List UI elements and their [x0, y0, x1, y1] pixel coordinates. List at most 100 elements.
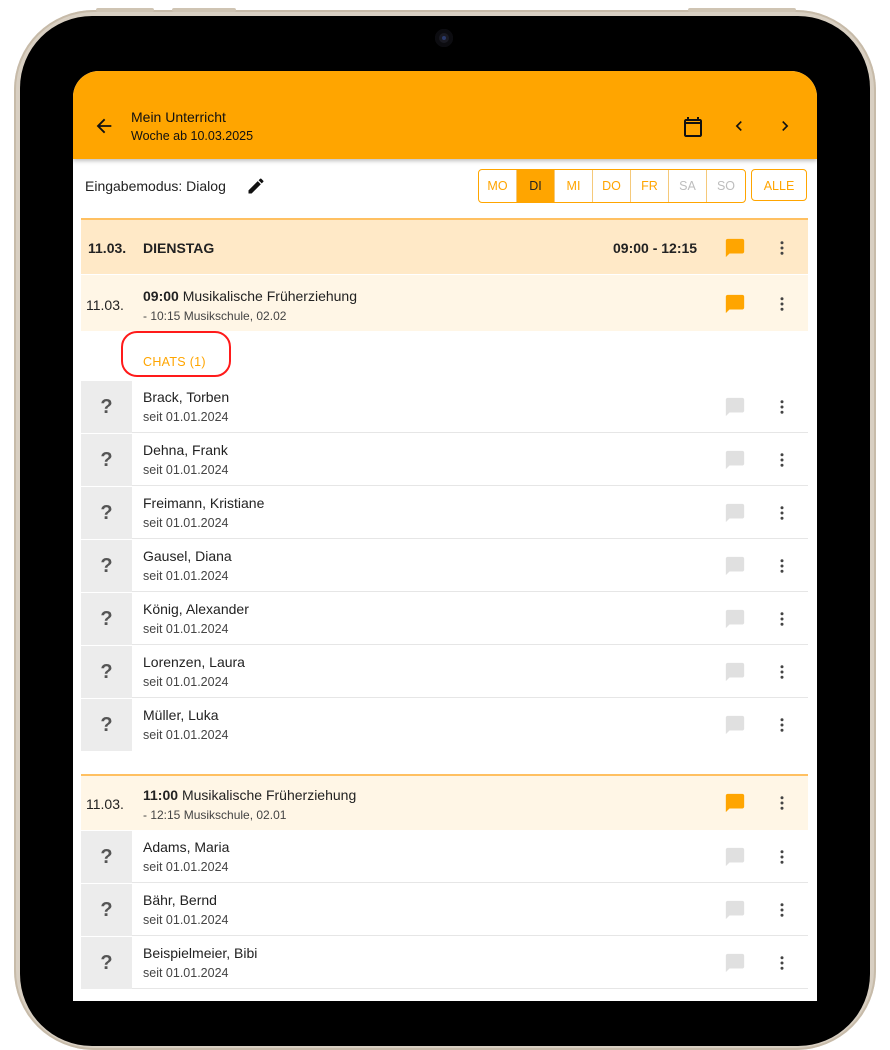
avatar: ?	[81, 937, 132, 989]
page-title: Mein Unterricht	[131, 109, 226, 125]
more-vert-icon[interactable]	[773, 901, 791, 919]
avatar: ?	[81, 884, 132, 936]
pencil-icon[interactable]	[246, 176, 266, 196]
chat-bubble-icon[interactable]	[724, 396, 746, 418]
student-row[interactable]: ? Bähr, Bernd seit 01.01.2024	[81, 884, 808, 936]
more-vert-icon[interactable]	[773, 610, 791, 628]
arrow-left-icon[interactable]	[93, 115, 115, 137]
calendar-icon[interactable]	[681, 115, 705, 139]
student-row[interactable]: ? Dehna, Frank seit 01.01.2024	[81, 434, 808, 486]
camera-icon	[435, 29, 453, 47]
student-name: Müller, Luka	[143, 707, 219, 723]
lesson-details: - 10:15 Musikschule, 02.02	[143, 309, 287, 323]
input-mode-label: Eingabemodus: Dialog	[85, 178, 226, 194]
day-filter-sa[interactable]: SA	[669, 170, 707, 202]
chat-bubble-icon[interactable]	[724, 792, 746, 814]
chat-bubble-icon[interactable]	[724, 293, 746, 315]
chat-bubble-icon[interactable]	[724, 608, 746, 630]
student-since: seit 01.01.2024	[143, 860, 229, 874]
student-row[interactable]: ? Müller, Luka seit 01.01.2024	[81, 699, 808, 751]
student-row[interactable]: ? König, Alexander seit 01.01.2024	[81, 593, 808, 645]
student-name: Bähr, Bernd	[143, 892, 217, 908]
chat-bubble-icon[interactable]	[724, 237, 746, 259]
mode-bar: Eingabemodus: Dialog MO DI MI DO FR SA S…	[73, 159, 817, 217]
more-vert-icon[interactable]	[773, 848, 791, 866]
more-vert-icon[interactable]	[773, 451, 791, 469]
day-header-time-range: 09:00 - 12:15	[613, 240, 698, 256]
more-vert-icon[interactable]	[773, 295, 791, 313]
student-name: Dehna, Frank	[143, 442, 228, 458]
day-header-weekday: DIENSTAG	[143, 240, 215, 256]
student-since: seit 01.01.2024	[143, 463, 229, 477]
lesson-heading: 09:00 Musikalische Früherziehung	[143, 288, 357, 304]
lesson-start-time: 11:00	[143, 787, 179, 803]
lesson-title: Musikalische Früherziehung	[182, 288, 358, 304]
student-row[interactable]: ? Brack, Torben seit 01.01.2024	[81, 381, 808, 433]
avatar: ?	[81, 699, 132, 751]
student-since: seit 01.01.2024	[143, 913, 229, 927]
day-filter-mo[interactable]: MO	[479, 170, 517, 202]
avatar: ?	[81, 646, 132, 698]
avatar: ?	[81, 487, 132, 539]
chevron-right-icon[interactable]	[775, 116, 795, 136]
student-name: Freimann, Kristiane	[143, 495, 265, 511]
lesson-row[interactable]: 11.03. 09:00 Musikalische Früherziehung …	[81, 275, 808, 331]
student-row[interactable]: ? Adams, Maria seit 01.01.2024	[81, 831, 808, 883]
page-subtitle: Woche ab 10.03.2025	[131, 129, 254, 143]
avatar: ?	[81, 831, 132, 883]
all-days-button[interactable]: ALLE	[751, 169, 807, 201]
student-row[interactable]: ? Lorenzen, Laura seit 01.01.2024	[81, 646, 808, 698]
student-name: Brack, Torben	[143, 389, 230, 405]
chat-bubble-icon[interactable]	[724, 952, 746, 974]
more-vert-icon[interactable]	[773, 557, 791, 575]
chat-bubble-icon[interactable]	[724, 714, 746, 736]
student-row[interactable]: ? Beispielmeier, Bibi seit 01.01.2024	[81, 937, 808, 989]
more-vert-icon[interactable]	[773, 663, 791, 681]
highlight-ring	[121, 331, 231, 377]
chat-bubble-icon[interactable]	[724, 555, 746, 577]
more-vert-icon[interactable]	[773, 239, 791, 257]
power-button	[688, 8, 796, 12]
more-vert-icon[interactable]	[773, 794, 791, 812]
chat-bubble-icon[interactable]	[724, 899, 746, 921]
app-screen: Mein Unterricht Woche ab 10.03.2025 Eing…	[73, 71, 817, 1001]
student-name: Gausel, Diana	[143, 548, 232, 564]
student-name: König, Alexander	[143, 601, 249, 617]
day-header: 11.03. DIENSTAG 09:00 - 12:15	[81, 218, 808, 274]
day-filter-fr[interactable]: FR	[631, 170, 669, 202]
student-row[interactable]: ? Gausel, Diana seit 01.01.2024	[81, 540, 808, 592]
student-name: Adams, Maria	[143, 839, 230, 855]
student-since: seit 01.01.2024	[143, 516, 229, 530]
day-filter-do[interactable]: DO	[593, 170, 631, 202]
student-row[interactable]: ? Freimann, Kristiane seit 01.01.2024	[81, 487, 808, 539]
student-since: seit 01.01.2024	[143, 966, 229, 980]
more-vert-icon[interactable]	[773, 954, 791, 972]
chat-bubble-icon[interactable]	[724, 661, 746, 683]
more-vert-icon[interactable]	[773, 398, 791, 416]
chevron-left-icon[interactable]	[729, 116, 749, 136]
app-bar: Mein Unterricht Woche ab 10.03.2025	[73, 71, 817, 159]
lesson-date: 11.03.	[86, 796, 124, 812]
avatar: ?	[81, 381, 132, 433]
avatar: ?	[81, 434, 132, 486]
more-vert-icon[interactable]	[773, 716, 791, 734]
day-filter-mi[interactable]: MI	[555, 170, 593, 202]
avatar: ?	[81, 540, 132, 592]
day-header-date: 11.03.	[88, 240, 127, 256]
more-vert-icon[interactable]	[773, 504, 791, 522]
student-name: Lorenzen, Laura	[143, 654, 245, 670]
lesson-row[interactable]: 11.03. 11:00 Musikalische Früherziehung …	[81, 774, 808, 830]
volume-button	[172, 8, 236, 12]
lesson-start-time: 09:00	[143, 288, 179, 304]
student-name: Beispielmeier, Bibi	[143, 945, 258, 961]
volume-button	[96, 8, 154, 12]
chat-bubble-icon[interactable]	[724, 449, 746, 471]
avatar: ?	[81, 593, 132, 645]
day-filter-di[interactable]: DI	[517, 170, 555, 202]
chat-bubble-icon[interactable]	[724, 846, 746, 868]
day-filter-so[interactable]: SO	[707, 170, 745, 202]
lesson-heading: 11:00 Musikalische Früherziehung	[143, 787, 356, 803]
chat-bubble-icon[interactable]	[724, 502, 746, 524]
student-since: seit 01.01.2024	[143, 410, 229, 424]
student-since: seit 01.01.2024	[143, 675, 229, 689]
